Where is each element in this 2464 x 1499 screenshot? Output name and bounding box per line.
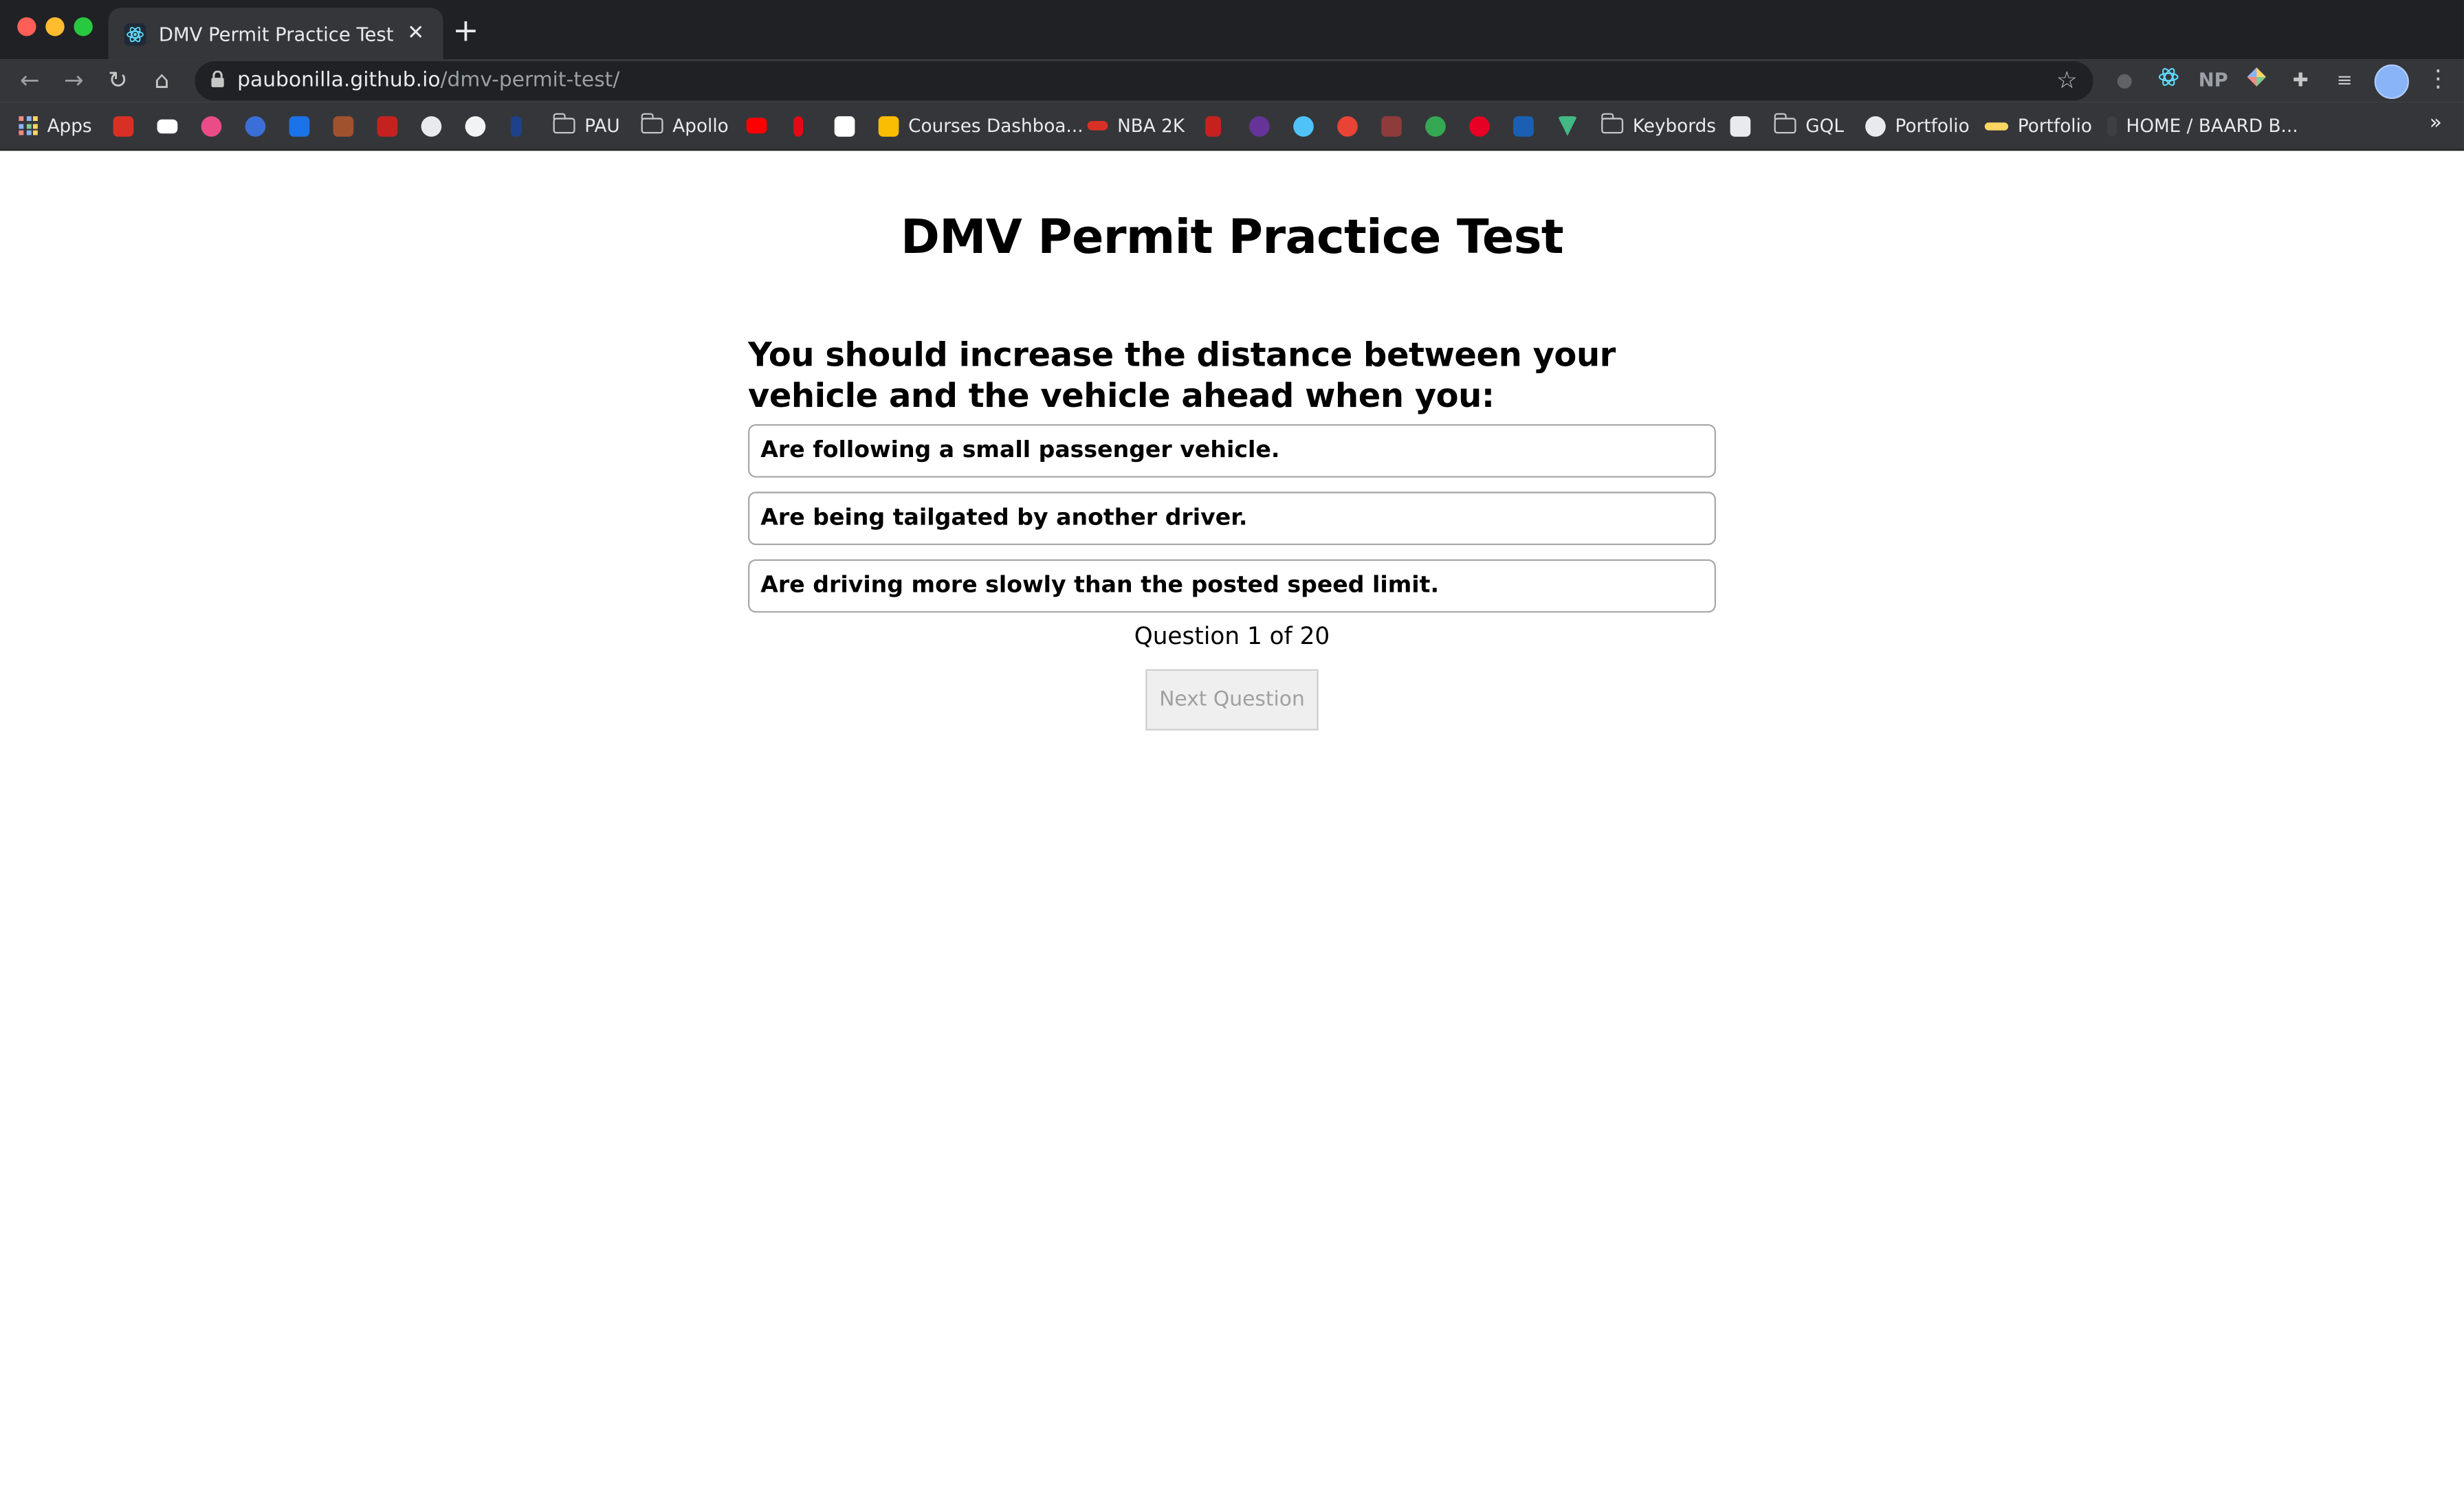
bookmark-folder-apollo[interactable]: Apollo: [640, 113, 729, 139]
home-icon[interactable]: ⌂: [148, 66, 176, 94]
bookmark-folder-gql[interactable]: GQL: [1773, 113, 1844, 139]
answer-option-3[interactable]: Are driving more slowly than the posted …: [747, 559, 1716, 613]
globe-icon: [1865, 115, 1886, 136]
bookmark-red-circle-icon[interactable]: [1337, 113, 1358, 139]
color-picker-icon[interactable]: [2243, 66, 2271, 94]
bookmark-label: PAU: [584, 114, 620, 137]
tab-close-icon[interactable]: ✕: [407, 22, 424, 45]
bookmark-portfolio-globe[interactable]: Portfolio: [1865, 113, 1970, 139]
page-content: DMV Permit Practice Test You should incr…: [0, 151, 2464, 1499]
bookmark-label: Portfolio: [2017, 114, 2092, 137]
next-question-button[interactable]: Next Question: [1145, 669, 1319, 731]
profile-avatar[interactable]: [2374, 64, 2409, 99]
bookmark-portfolio-pau[interactable]: Portfolio: [1984, 113, 2092, 139]
bookmark-label: Portfolio: [1895, 114, 1970, 137]
bookmark-blue-circle-icon[interactable]: [1293, 113, 1314, 139]
bookmark-github-icon[interactable]: [465, 113, 486, 139]
quiz-card: You should increase the distance between…: [747, 335, 1716, 731]
bookmark-dribbble-icon[interactable]: [201, 113, 222, 139]
new-tab-button[interactable]: +: [452, 14, 478, 46]
menu-kebab-icon[interactable]: ⋮: [2426, 65, 2450, 93]
folder-icon: [552, 113, 575, 134]
bookmark-card-icon[interactable]: [1730, 113, 1751, 139]
bookmarks-bar: Apps PAU Apollo Courses Dashboa... NBA 2…: [0, 102, 2464, 151]
browser-titlebar: DMV Permit Practice Test ✕ +: [0, 0, 2464, 60]
forward-icon[interactable]: →: [60, 66, 88, 94]
url-host: paubonilla.github.io: [237, 69, 441, 93]
extension-dot-icon[interactable]: ●: [2111, 66, 2139, 94]
minimize-window-button[interactable]: [45, 17, 65, 36]
folder-icon: [1773, 113, 1796, 134]
bookmark-label: Apps: [47, 114, 92, 137]
bookmark-netflix-icon[interactable]: [793, 113, 803, 139]
courses-icon: [878, 115, 899, 136]
bookmark-f-icon[interactable]: [245, 113, 266, 139]
folder-icon: [1600, 113, 1624, 134]
bookmark-label: Courses Dashboa...: [908, 114, 1084, 137]
bookmark-pinterest-icon[interactable]: [1469, 113, 1490, 139]
page-title: DMV Permit Practice Test: [901, 210, 1564, 266]
react-favicon-icon: [124, 23, 146, 45]
question-progress: Question 1 of 20: [1134, 622, 1330, 651]
question-text: You should increase the distance between…: [747, 336, 1616, 415]
folder-icon: [640, 113, 663, 134]
nba2k-icon: [1087, 120, 1108, 131]
bookmark-book-icon[interactable]: [333, 113, 354, 139]
bookmark-folder-keybords[interactable]: Keybords: [1600, 113, 1717, 139]
bookmark-trello-icon[interactable]: [289, 113, 310, 139]
address-bar[interactable]: paubonilla.github.io/dmv-permit-test/ ☆: [195, 61, 2093, 101]
close-window-button[interactable]: [17, 17, 36, 36]
reload-icon[interactable]: ↻: [104, 66, 132, 94]
bookmark-label: Apollo: [672, 114, 729, 137]
bookmark-courses[interactable]: Courses Dashboa...: [878, 113, 1084, 139]
bookmark-nba-icon[interactable]: [510, 113, 522, 139]
maximize-window-button[interactable]: [74, 17, 93, 36]
bookmark-script-icon[interactable]: [1205, 113, 1221, 139]
bookmark-m-icon[interactable]: [377, 113, 398, 139]
bookmark-mountain-icon[interactable]: [421, 113, 442, 139]
bookmark-vue-icon[interactable]: [1557, 113, 1578, 139]
pau-logo-icon: [1984, 122, 2009, 130]
tab-title: DMV Permit Practice Test: [158, 23, 394, 45]
bookmark-red-icon[interactable]: [113, 113, 134, 139]
bookmark-nba2k[interactable]: NBA 2K: [1087, 113, 1185, 139]
bookmark-home[interactable]: HOME / BAARD B...: [2107, 113, 2298, 139]
bookmark-gatsby-icon[interactable]: [1249, 113, 1270, 139]
extensions-puzzle-icon[interactable]: ✚: [2287, 66, 2315, 94]
react-devtools-icon[interactable]: [2155, 66, 2183, 94]
bookmark-chase-icon[interactable]: [1513, 113, 1534, 139]
more-bookmarks-icon[interactable]: »: [2430, 111, 2442, 135]
lock-icon: [210, 69, 225, 92]
np-extension-icon[interactable]: NP: [2199, 66, 2228, 94]
answer-option-2[interactable]: Are being tailgated by another driver.: [747, 491, 1716, 546]
browser-toolbar: ← → ↻ ⌂ paubonilla.github.io/dmv-permit-…: [0, 59, 2464, 102]
url-path: /dmv-permit-test/: [440, 69, 620, 93]
bookmark-chat-icon[interactable]: [1425, 113, 1446, 139]
bookmark-youtube-icon[interactable]: [746, 113, 767, 139]
answer-option-1[interactable]: Are following a small passenger vehicle.: [747, 424, 1716, 478]
home-bookmark-icon: [2107, 115, 2117, 136]
bookmark-label: HOME / BAARD B...: [2126, 114, 2298, 137]
back-icon[interactable]: ←: [16, 66, 44, 94]
bookmark-apps[interactable]: Apps: [19, 113, 92, 139]
bookmark-label: NBA 2K: [1117, 114, 1185, 137]
bookmark-game-icon[interactable]: [1381, 113, 1402, 139]
apps-grid-icon: [19, 116, 38, 135]
bookmark-label: Keybords: [1632, 114, 1717, 137]
browser-tab[interactable]: DMV Permit Practice Test ✕: [108, 8, 443, 60]
reading-list-icon[interactable]: ≡: [2331, 66, 2359, 94]
bookmark-r-icon[interactable]: [834, 113, 855, 139]
bookmark-label: GQL: [1805, 114, 1844, 137]
bookmark-star-icon[interactable]: ☆: [2056, 66, 2078, 94]
bookmark-folder-pau[interactable]: PAU: [552, 113, 620, 139]
bookmark-flag-icon[interactable]: [157, 113, 178, 139]
